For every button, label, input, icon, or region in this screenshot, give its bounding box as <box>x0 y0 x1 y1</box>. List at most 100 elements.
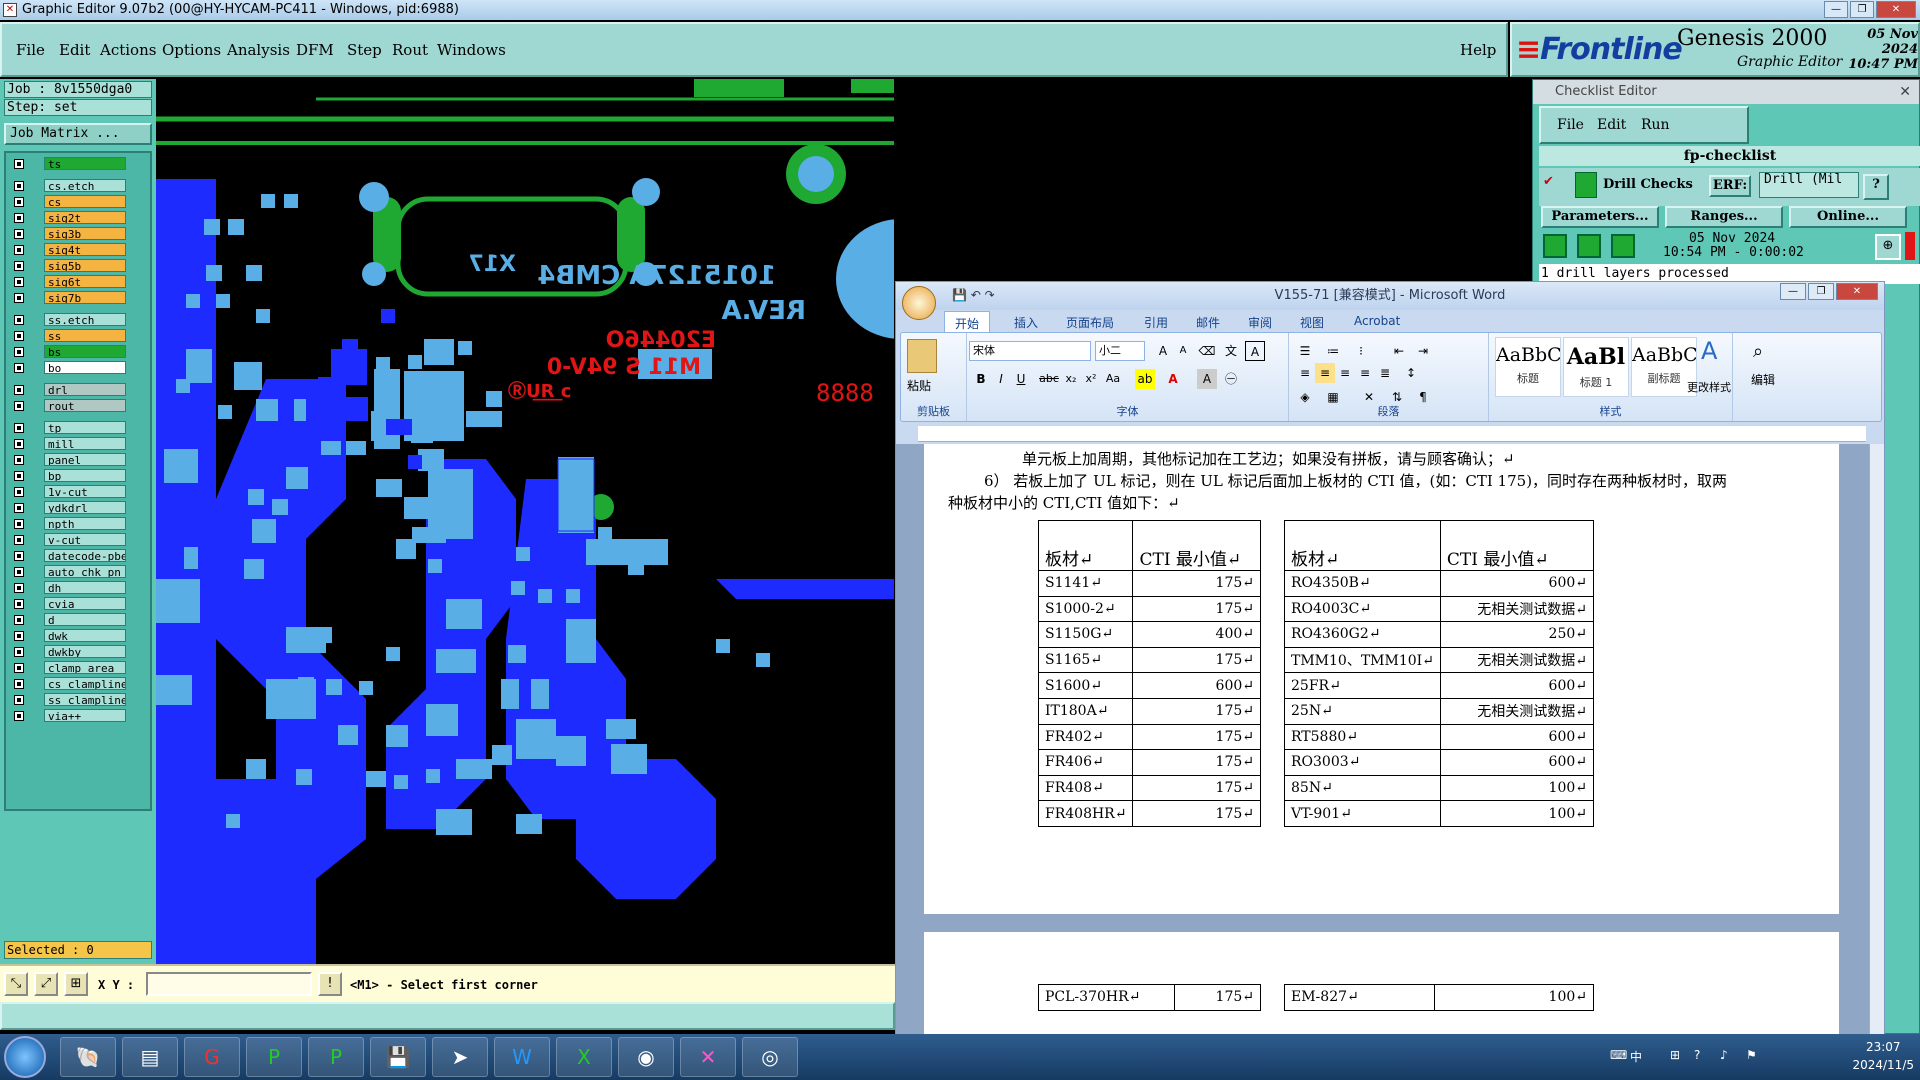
layer-name[interactable]: cs.etch <box>44 179 126 192</box>
layer-row[interactable]: cs <box>8 195 148 209</box>
layer-name[interactable]: sig2t <box>44 211 126 224</box>
layer-row[interactable]: datecode-pbe <box>8 549 148 563</box>
layer-name[interactable]: cs <box>44 195 126 208</box>
undo-icon[interactable]: ↶ <box>971 288 981 302</box>
layer-checkbox[interactable] <box>14 293 24 303</box>
grow-font-button[interactable]: A <box>1153 341 1173 361</box>
checklist-title-bar[interactable]: Checklist Editor ✕ <box>1533 80 1919 104</box>
layer-row[interactable]: cs_clampline <box>8 677 148 691</box>
strikethrough-button[interactable]: abc <box>1039 369 1059 389</box>
layer-row[interactable]: dwkby <box>8 645 148 659</box>
horizontal-ruler[interactable] <box>918 426 1866 442</box>
change-styles-icon[interactable]: A <box>1701 337 1717 365</box>
erf-field[interactable]: Drill (Mil <box>1759 172 1859 198</box>
layer-checkbox[interactable] <box>14 181 24 191</box>
check-enabled-icon[interactable]: ✔ <box>1543 174 1554 189</box>
superscript-button[interactable]: x² <box>1081 369 1101 389</box>
layer-checkbox[interactable] <box>14 213 24 223</box>
layer-checkbox[interactable] <box>14 647 24 657</box>
layer-name[interactable]: v-cut <box>44 533 126 546</box>
layer-name[interactable]: panel <box>44 453 126 466</box>
run-selected-icon[interactable] <box>1611 234 1635 258</box>
tab-acrobat[interactable]: Acrobat <box>1354 314 1400 328</box>
layer-row[interactable]: ss_clampline <box>8 693 148 707</box>
italic-button[interactable]: I <box>991 369 1011 389</box>
ime-indicator[interactable]: 中 <box>1630 1048 1642 1065</box>
layer-row[interactable]: mill <box>8 437 148 451</box>
layer-checkbox[interactable] <box>14 159 24 169</box>
layer-checkbox[interactable] <box>14 455 24 465</box>
layer-checkbox[interactable] <box>14 663 24 673</box>
highlight-button[interactable]: ab <box>1135 369 1155 389</box>
increase-indent-button[interactable]: ⇥ <box>1413 341 1433 361</box>
maximize-button[interactable]: ❐ <box>1850 1 1874 18</box>
layer-name[interactable]: ydkdrl <box>44 501 126 514</box>
layer-checkbox[interactable] <box>14 599 24 609</box>
layer-row[interactable]: sig3b <box>8 227 148 241</box>
paste-label[interactable]: 粘贴 <box>907 377 931 394</box>
distributed-button[interactable]: ≣ <box>1375 363 1395 383</box>
layer-row[interactable]: dh <box>8 581 148 595</box>
tab-references[interactable]: 引用 <box>1144 314 1168 331</box>
layer-name[interactable]: ss.etch <box>44 313 126 326</box>
layer-checkbox[interactable] <box>14 567 24 577</box>
layer-checkbox[interactable] <box>14 471 24 481</box>
paste-icon[interactable] <box>907 339 937 373</box>
line-spacing-button[interactable]: ↕ <box>1401 363 1421 383</box>
layer-checkbox[interactable] <box>14 711 24 721</box>
taskbar-p-icon[interactable]: P <box>246 1037 302 1077</box>
taskbar-app-icon[interactable]: G <box>184 1037 240 1077</box>
layer-checkbox[interactable] <box>14 245 24 255</box>
layer-row[interactable]: npth <box>8 517 148 531</box>
layer-row[interactable]: ts <box>8 157 148 171</box>
align-center-button[interactable]: ≡ <box>1315 363 1335 383</box>
layer-name[interactable]: d <box>44 613 126 626</box>
menu-options[interactable]: Options <box>162 41 221 59</box>
taskbar-arrow-icon[interactable]: ➤ <box>432 1037 488 1077</box>
layer-row[interactable]: cvia <box>8 597 148 611</box>
layer-row[interactable]: drl <box>8 383 148 397</box>
zoom-fit-button[interactable]: ⤡ <box>4 972 28 996</box>
redo-icon[interactable]: ↷ <box>985 288 995 302</box>
style-heading[interactable]: AaBbC(标题 <box>1495 337 1561 397</box>
char-shading-button[interactable]: A <box>1197 369 1217 389</box>
job-matrix-button[interactable]: Job Matrix ... <box>4 123 152 145</box>
checklist-menu-run[interactable]: Run <box>1641 117 1670 133</box>
layer-name[interactable]: npth <box>44 517 126 530</box>
layer-name[interactable]: dwk <box>44 629 126 642</box>
layer-row[interactable]: 1v-cut <box>8 485 148 499</box>
layer-name[interactable]: bs <box>44 345 126 358</box>
layer-name[interactable]: via++ <box>44 709 126 722</box>
checklist-close-button[interactable]: ✕ <box>1899 80 1911 104</box>
word-close-button[interactable]: ✕ <box>1836 283 1878 300</box>
layer-row[interactable]: clamp_area <box>8 661 148 675</box>
layer-row[interactable]: sig5b <box>8 259 148 273</box>
menu-actions[interactable]: Actions <box>100 41 156 59</box>
bullets-button[interactable]: ☰ <box>1295 341 1315 361</box>
subscript-button[interactable]: x₂ <box>1061 369 1081 389</box>
layer-checkbox[interactable] <box>14 331 24 341</box>
layer-name[interactable]: dwkby <box>44 645 126 658</box>
layer-row[interactable]: ss <box>8 329 148 343</box>
layer-checkbox[interactable] <box>14 197 24 207</box>
clock[interactable]: 23:07 2024/11/5 <box>1852 1038 1914 1074</box>
layer-row[interactable]: ydkdrl <box>8 501 148 515</box>
snap-toggle-button[interactable]: ⤢ <box>34 972 58 996</box>
taskbar-notepad-icon[interactable]: ▤ <box>122 1037 178 1077</box>
layer-name[interactable]: sig5b <box>44 259 126 272</box>
grid-button[interactable]: ⊞ <box>64 972 88 996</box>
taskbar-excel-icon[interactable]: X <box>556 1037 612 1077</box>
tab-review[interactable]: 审阅 <box>1248 314 1272 331</box>
layer-name[interactable]: sig3b <box>44 227 126 240</box>
align-left-button[interactable]: ≡ <box>1295 363 1315 383</box>
network-icon[interactable]: ⊞ <box>1670 1048 1680 1062</box>
numbering-button[interactable]: ≔ <box>1323 341 1343 361</box>
word-title-bar[interactable]: V155-71 [兼容模式] - Microsoft Word <box>896 282 1884 310</box>
layer-row[interactable]: bo <box>8 361 148 375</box>
graphic-canvas[interactable]: 1015127A CMB4 REV.A X17 E20446O M11 S 94… <box>156 79 894 964</box>
layer-checkbox[interactable] <box>14 615 24 625</box>
layer-checkbox[interactable] <box>14 439 24 449</box>
multilevel-button[interactable]: ⁝ <box>1351 341 1371 361</box>
tab-home[interactable]: 开始 <box>944 311 991 332</box>
layer-name[interactable]: clamp_area <box>44 661 126 674</box>
